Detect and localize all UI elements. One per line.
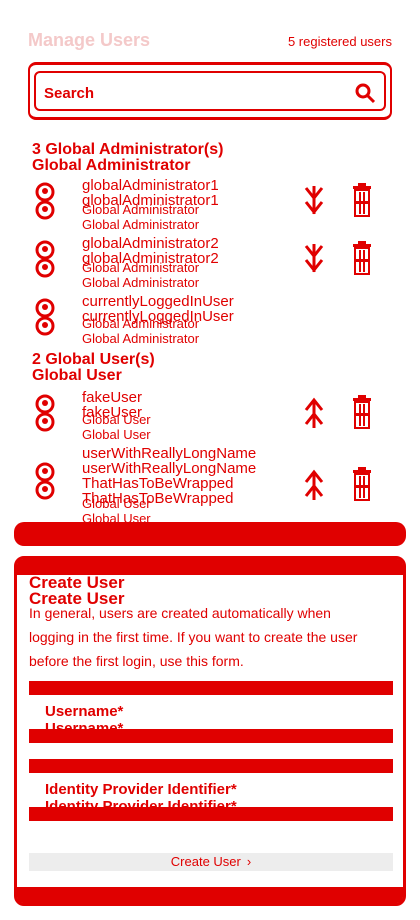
delete-user-button[interactable] [352,466,372,502]
user-row: currentlyLoggedInUser currentlyLoggedInU… [32,294,384,348]
section-heading-users: 2 Global User(s) Global User [32,351,155,384]
user-role: Global Administrator Global Administrato… [82,202,200,232]
create-user-card: Create User Create User In general, user… [14,556,406,906]
page-header: Manage Users 5 registered users [28,30,392,54]
user-avatar-icon [35,394,55,432]
delete-user-button[interactable] [352,182,372,218]
identity-provider-field[interactable]: Identity Provider Identifier* Identity P… [29,759,393,821]
user-role: Global Administrator Global Administrato… [82,316,200,346]
card-bottom-bar [17,887,403,903]
user-avatar-icon [35,182,55,220]
user-role: Global User Global User [82,412,151,442]
user-count: 5 registered users [287,34,392,49]
user-avatar-icon [35,240,55,278]
create-user-description: In general, users are created automatica… [29,605,358,669]
delete-user-button[interactable] [352,394,372,430]
user-row: fakeUser fakeUser Global User Global Use… [32,390,384,444]
username-field[interactable]: Username* Username* [29,681,393,743]
demote-button[interactable] [304,242,324,276]
user-list-footer [14,522,406,546]
page-title: Manage Users [28,30,151,50]
search-icon[interactable] [354,82,376,104]
section-heading-admins: 3 Global Administrator(s) Global Adminis… [32,141,224,174]
user-row: userWithReallyLongName userWithReallyLon… [32,446,384,526]
chevron-right-icon: › [246,854,252,869]
user-row: globalAdministrator1 globalAdministrator… [32,178,384,232]
user-role: Global Administrator Global Administrato… [82,260,200,290]
search-field[interactable]: Search [28,62,392,120]
user-avatar-icon [35,298,55,336]
user-avatar-icon [35,462,55,500]
user-row: globalAdministrator2 globalAdministrator… [32,236,384,290]
demote-button[interactable] [304,184,324,218]
promote-button[interactable] [304,468,324,502]
search-label: Search [44,85,95,102]
create-user-button[interactable]: Create User › [29,853,393,871]
delete-user-button[interactable] [352,240,372,276]
promote-button[interactable] [304,396,324,430]
